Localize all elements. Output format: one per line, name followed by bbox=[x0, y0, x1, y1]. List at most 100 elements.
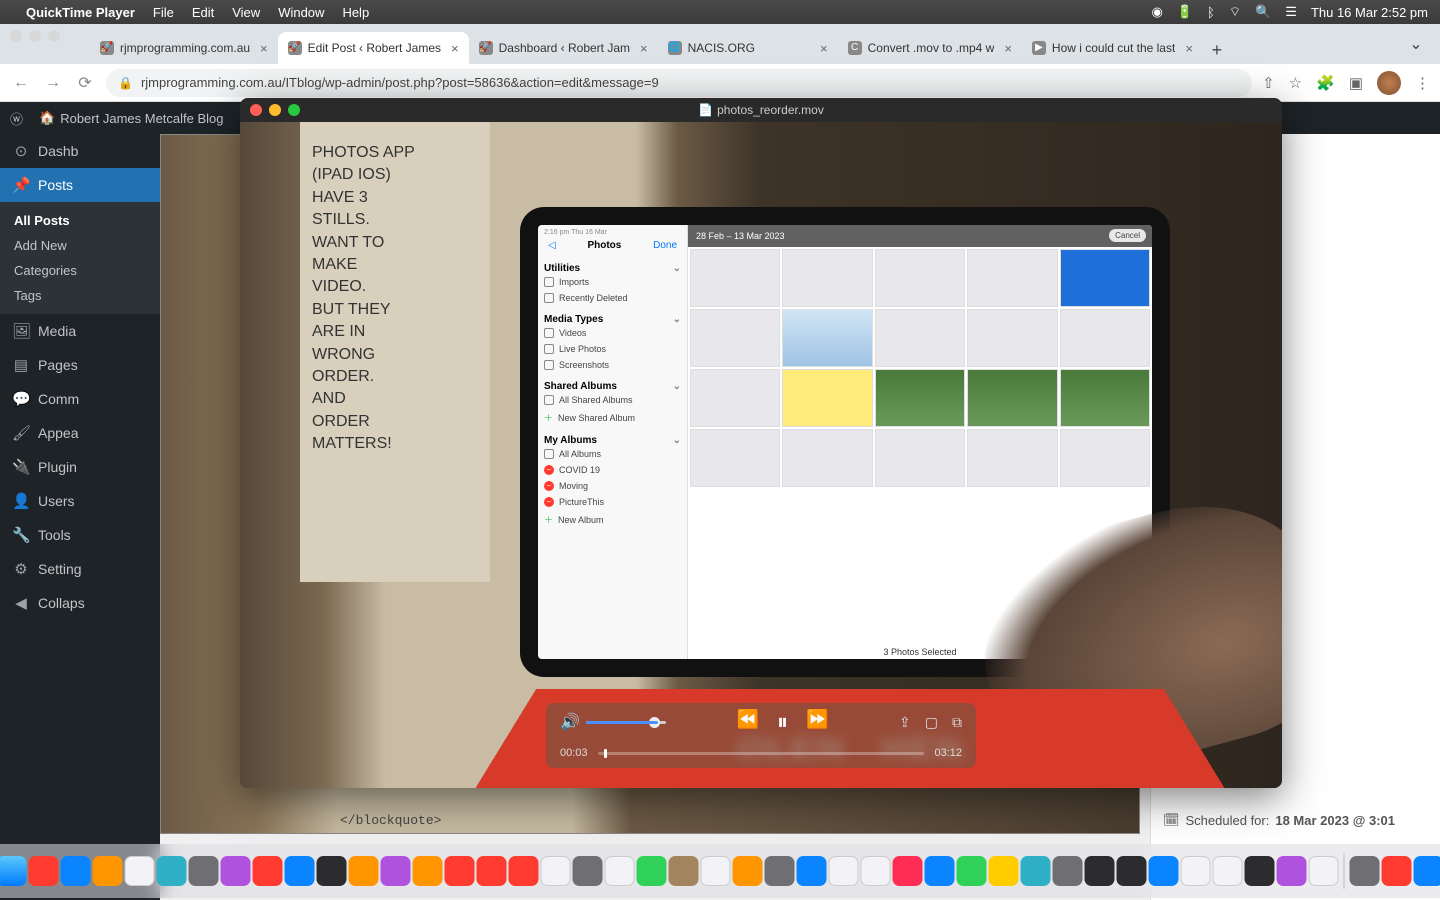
dock-app[interactable] bbox=[1021, 856, 1051, 886]
sidebar-item-picturethis[interactable]: –PictureThis bbox=[544, 494, 681, 510]
progress-bar[interactable] bbox=[598, 752, 925, 755]
fast-forward-button[interactable]: ⏩ bbox=[806, 709, 828, 735]
profile-avatar[interactable] bbox=[1377, 71, 1401, 95]
photo-thumbnail[interactable] bbox=[1060, 309, 1150, 367]
photo-thumbnail[interactable] bbox=[875, 249, 965, 307]
dock-app[interactable] bbox=[573, 856, 603, 886]
pip-icon[interactable]: ⧉ bbox=[952, 714, 962, 731]
tab-close-icon[interactable]: × bbox=[451, 41, 459, 56]
dock-app[interactable] bbox=[829, 856, 859, 886]
window-zoom-icon[interactable] bbox=[48, 30, 60, 42]
dock-app[interactable] bbox=[29, 856, 59, 886]
section-media-types[interactable]: Media Types⌄ bbox=[544, 314, 681, 325]
scheduled-row[interactable]: 🗓 Scheduled for: 18 Mar 2023 @ 3:01 bbox=[1163, 812, 1428, 828]
photos-done-button[interactable]: Done bbox=[653, 240, 677, 251]
dock-app[interactable] bbox=[157, 856, 187, 886]
dock-app[interactable] bbox=[925, 856, 955, 886]
dock-filezilla[interactable] bbox=[509, 856, 539, 886]
spotlight-icon[interactable]: 🔍 bbox=[1255, 4, 1271, 20]
dock-app[interactable] bbox=[317, 856, 347, 886]
qt-zoom-icon[interactable] bbox=[288, 104, 300, 116]
dock-app[interactable] bbox=[605, 856, 635, 886]
window-close-icon[interactable] bbox=[10, 30, 22, 42]
sidepanel-icon[interactable]: ▣ bbox=[1349, 74, 1363, 92]
share-icon[interactable]: ⇪ bbox=[899, 714, 911, 731]
dock-app[interactable] bbox=[733, 856, 763, 886]
battery-icon[interactable]: 🔋 bbox=[1177, 4, 1193, 20]
sidebar-item-plugins[interactable]: 🔌Plugin bbox=[0, 450, 160, 484]
reload-button[interactable]: ⟳ bbox=[74, 73, 96, 93]
chrome-menu-icon[interactable]: ⋮ bbox=[1415, 74, 1430, 92]
sidebar-item-imports[interactable]: Imports bbox=[544, 274, 681, 290]
dock-app[interactable] bbox=[1213, 856, 1243, 886]
dock-app[interactable] bbox=[1414, 856, 1440, 886]
dock-app[interactable] bbox=[989, 856, 1019, 886]
dock-app[interactable] bbox=[957, 856, 987, 886]
bookmark-icon[interactable]: ☆ bbox=[1289, 74, 1302, 92]
share-icon[interactable]: ⇧ bbox=[1262, 74, 1275, 92]
dock-app[interactable] bbox=[1309, 856, 1339, 886]
photo-thumbnail[interactable] bbox=[967, 429, 1057, 487]
tab-close-icon[interactable]: × bbox=[640, 41, 648, 56]
photo-thumbnail[interactable] bbox=[690, 309, 780, 367]
dock-app[interactable] bbox=[253, 856, 283, 886]
qt-minimize-icon[interactable] bbox=[269, 104, 281, 116]
dock-app[interactable] bbox=[93, 856, 123, 886]
dock-app[interactable] bbox=[1149, 856, 1179, 886]
tab-close-icon[interactable]: × bbox=[1185, 41, 1193, 56]
dock-app[interactable] bbox=[541, 856, 571, 886]
sidebar-item-covid[interactable]: –COVID 19 bbox=[544, 462, 681, 478]
photo-thumbnail[interactable] bbox=[782, 249, 872, 307]
dock-app[interactable] bbox=[1053, 856, 1083, 886]
sidebar-item-collapse[interactable]: ◀Collaps bbox=[0, 586, 160, 620]
photo-thumbnail[interactable] bbox=[875, 309, 965, 367]
dock-app[interactable] bbox=[1350, 856, 1380, 886]
browser-tab[interactable]: 🌐NACIS.ORG× bbox=[658, 32, 838, 64]
sidebar-item-all-posts[interactable]: All Posts bbox=[0, 208, 160, 233]
sidebar-item-recently-deleted[interactable]: Recently Deleted bbox=[544, 290, 681, 306]
volume-knob[interactable] bbox=[649, 717, 660, 728]
sidebar-item-posts[interactable]: 📌Posts bbox=[0, 168, 160, 202]
menu-help[interactable]: Help bbox=[342, 5, 369, 20]
tab-close-icon[interactable]: × bbox=[820, 41, 828, 56]
editor-code-line[interactable]: </blockquote> bbox=[340, 813, 441, 828]
sidebar-item-users[interactable]: 👤Users bbox=[0, 484, 160, 518]
photo-thumbnail[interactable] bbox=[782, 429, 872, 487]
sidebar-item-all-albums[interactable]: All Albums bbox=[544, 446, 681, 462]
airplay-icon[interactable]: ▢ bbox=[925, 714, 938, 731]
sidebar-item-all-shared[interactable]: All Shared Albums bbox=[544, 392, 681, 408]
forward-button[interactable]: → bbox=[42, 74, 64, 92]
browser-tab[interactable]: 🚀Edit Post ‹ Robert James× bbox=[278, 32, 469, 64]
pause-button[interactable]: ⏸ bbox=[777, 709, 788, 735]
dock-app[interactable] bbox=[477, 856, 507, 886]
dock-app[interactable] bbox=[701, 856, 731, 886]
dock-app[interactable] bbox=[445, 856, 475, 886]
wp-logo-icon[interactable]: ⓦ bbox=[10, 109, 23, 128]
extensions-icon[interactable]: 🧩 bbox=[1316, 74, 1335, 92]
sidebar-item-settings[interactable]: ⚙Setting bbox=[0, 552, 160, 586]
dock-app[interactable] bbox=[189, 856, 219, 886]
menu-view[interactable]: View bbox=[232, 5, 260, 20]
photo-thumbnail[interactable] bbox=[782, 309, 872, 367]
back-button[interactable]: ← bbox=[10, 74, 32, 92]
screenrecord-icon[interactable]: ◉ bbox=[1152, 4, 1163, 20]
wp-site-link[interactable]: 🏠 Robert James Metcalfe Blog bbox=[39, 110, 223, 126]
browser-tab[interactable]: 🚀rjmprogramming.com.au× bbox=[90, 32, 278, 64]
qt-close-icon[interactable] bbox=[250, 104, 262, 116]
dock-app[interactable] bbox=[381, 856, 411, 886]
playhead[interactable] bbox=[604, 749, 607, 758]
wifi-icon[interactable]: ⌔ bbox=[1229, 4, 1241, 20]
dock-app[interactable] bbox=[797, 856, 827, 886]
window-minimize-icon[interactable] bbox=[29, 30, 41, 42]
section-my-albums[interactable]: My Albums⌄ bbox=[544, 435, 681, 446]
dock-mail[interactable] bbox=[0, 856, 27, 886]
photo-thumbnail[interactable] bbox=[1060, 249, 1150, 307]
bluetooth-icon[interactable]: ᛒ bbox=[1207, 5, 1215, 20]
photo-thumbnail[interactable] bbox=[967, 309, 1057, 367]
photo-thumbnail[interactable] bbox=[690, 429, 780, 487]
sidebar-item-add-new[interactable]: Add New bbox=[0, 233, 160, 258]
photo-thumbnail[interactable] bbox=[875, 369, 965, 427]
dock-app[interactable] bbox=[1277, 856, 1307, 886]
sidebar-item-dashboard[interactable]: ⊙Dashb bbox=[0, 134, 160, 168]
dock-app[interactable] bbox=[61, 856, 91, 886]
